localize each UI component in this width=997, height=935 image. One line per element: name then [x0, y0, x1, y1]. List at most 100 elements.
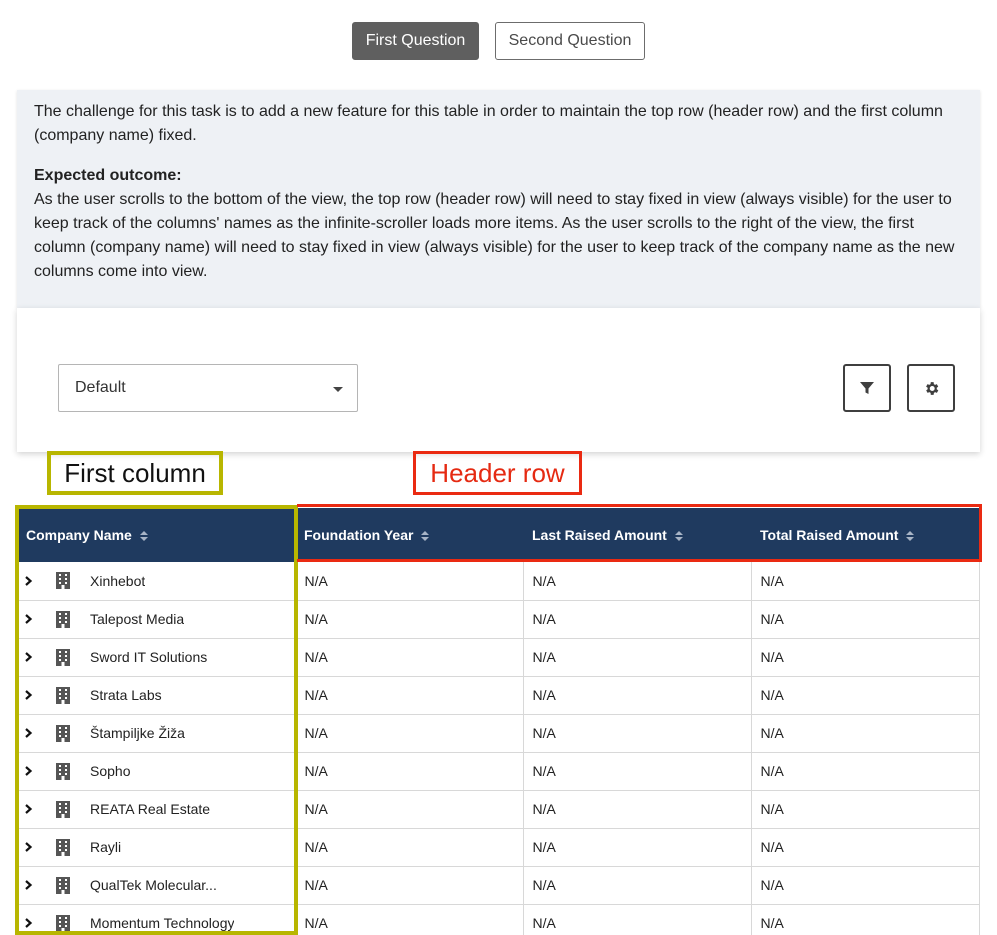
table-body: Xinhebot N/A N/A N/A Talepost Media N/A N/A N/A… [17, 562, 980, 935]
filter-button[interactable] [843, 364, 891, 412]
task-description-panel: The challenge for this task is to add a … [17, 90, 980, 308]
sort-icon [421, 531, 430, 542]
chevron-right-icon[interactable] [24, 918, 42, 928]
table-toolbar: Default [17, 308, 980, 452]
chevron-right-icon[interactable] [24, 880, 42, 890]
chevron-right-icon[interactable] [24, 690, 42, 700]
total-raised-amount-cell: N/A [751, 562, 980, 601]
view-select-value: Default [75, 379, 126, 396]
last-raised-amount-cell: N/A [523, 790, 752, 829]
companies-table-container[interactable]: Company Name Foundation Year Last Raised… [17, 508, 980, 935]
last-raised-amount-cell: N/A [523, 904, 752, 935]
table-row[interactable]: Štampiljke Žiža N/A N/A N/A [17, 714, 980, 753]
table-row[interactable]: Xinhebot N/A N/A N/A [17, 562, 980, 601]
last-raised-amount-cell: N/A [523, 600, 752, 639]
table-row[interactable]: Sopho N/A N/A N/A [17, 752, 980, 791]
company-name-cell: Momentum Technology [17, 904, 296, 935]
company-name-cell: Talepost Media [17, 600, 296, 639]
table-row[interactable]: Momentum Technology N/A N/A N/A [17, 904, 980, 935]
last-raised-amount-cell: N/A [523, 866, 752, 905]
gear-icon [925, 381, 938, 395]
company-name: Sopho [90, 763, 131, 779]
building-icon [56, 724, 72, 742]
first-column-annotation: First column [47, 451, 223, 495]
tab-second-question[interactable]: Second Question [495, 22, 645, 60]
chevron-right-icon[interactable] [24, 804, 42, 814]
building-icon [56, 838, 72, 856]
foundation-year-cell: N/A [295, 676, 524, 715]
column-header-foundation-year[interactable]: Foundation Year [295, 508, 523, 562]
foundation-year-cell: N/A [295, 752, 524, 791]
foundation-year-cell: N/A [295, 828, 524, 867]
company-name: REATA Real Estate [90, 801, 211, 817]
sort-icon [906, 531, 915, 542]
building-icon [56, 800, 72, 818]
building-icon [56, 648, 72, 666]
foundation-year-cell: N/A [295, 714, 524, 753]
table-row[interactable]: Rayli N/A N/A N/A [17, 828, 980, 867]
company-name: Momentum Technology [90, 915, 235, 931]
chevron-right-icon[interactable] [24, 766, 42, 776]
challenge-text: The challenge for this task is to add a … [34, 103, 943, 144]
column-header-last-raised-amount[interactable]: Last Raised Amount [523, 508, 751, 562]
sort-icon [674, 531, 683, 542]
total-raised-amount-cell: N/A [751, 866, 980, 905]
column-header-label: Company Name [26, 527, 132, 543]
view-select[interactable]: Default [58, 364, 358, 412]
column-header-label: Total Raised Amount [760, 527, 899, 543]
last-raised-amount-cell: N/A [523, 752, 752, 791]
tab-first-question[interactable]: First Question [352, 22, 479, 60]
column-header-company-name[interactable]: Company Name [17, 508, 295, 562]
company-name-cell: REATA Real Estate [17, 790, 296, 829]
last-raised-amount-cell: N/A [523, 676, 752, 715]
table-row[interactable]: REATA Real Estate N/A N/A N/A [17, 790, 980, 829]
total-raised-amount-cell: N/A [751, 676, 980, 715]
chevron-right-icon[interactable] [24, 614, 42, 624]
company-name-cell: Štampiljke Žiža [17, 714, 296, 753]
companies-table: Company Name Foundation Year Last Raised… [17, 508, 980, 935]
building-icon [56, 876, 72, 894]
filter-icon [860, 382, 874, 394]
total-raised-amount-cell: N/A [751, 790, 980, 829]
total-raised-amount-cell: N/A [751, 828, 980, 867]
building-icon [56, 610, 72, 628]
chevron-right-icon[interactable] [24, 842, 42, 852]
company-name: Štampiljke Žiža [90, 725, 185, 741]
last-raised-amount-cell: N/A [523, 638, 752, 677]
header-row: Company Name Foundation Year Last Raised… [17, 508, 979, 562]
company-name: Rayli [90, 839, 122, 855]
expected-outcome-title: Expected outcome: [34, 167, 182, 184]
settings-button[interactable] [907, 364, 955, 412]
table-row[interactable]: Strata Labs N/A N/A N/A [17, 676, 980, 715]
building-icon [56, 686, 72, 704]
column-header-total-raised-amount[interactable]: Total Raised Amount [751, 508, 979, 562]
company-name-cell: Sopho [17, 752, 296, 791]
chevron-right-icon[interactable] [24, 575, 42, 586]
chevron-right-icon[interactable] [24, 728, 42, 738]
chevron-down-icon [333, 387, 343, 392]
table-row[interactable]: Sword IT Solutions N/A N/A N/A [17, 638, 980, 677]
total-raised-amount-cell: N/A [751, 600, 980, 639]
building-icon [56, 762, 72, 780]
column-header-label: Last Raised Amount [532, 527, 667, 543]
company-name-cell: Sword IT Solutions [17, 638, 296, 677]
building-icon [56, 572, 72, 590]
table-row[interactable]: QualTek Molecular... N/A N/A N/A [17, 866, 980, 905]
company-name: Sword IT Solutions [90, 649, 208, 665]
table-row[interactable]: Talepost Media N/A N/A N/A [17, 600, 980, 639]
expected-outcome-text: As the user scrolls to the bottom of the… [34, 191, 955, 280]
question-tabs: First Question Second Question [0, 22, 997, 60]
company-name-cell: QualTek Molecular... [17, 866, 296, 905]
foundation-year-cell: N/A [295, 562, 524, 601]
total-raised-amount-cell: N/A [751, 904, 980, 935]
building-icon [56, 914, 72, 932]
foundation-year-cell: N/A [295, 638, 524, 677]
company-name: QualTek Molecular... [90, 877, 217, 893]
company-name: Talepost Media [90, 611, 185, 627]
foundation-year-cell: N/A [295, 600, 524, 639]
company-name-cell: Rayli [17, 828, 296, 867]
chevron-right-icon[interactable] [24, 652, 42, 662]
company-name: Strata Labs [90, 687, 162, 703]
foundation-year-cell: N/A [295, 904, 524, 935]
sort-icon [139, 531, 148, 542]
